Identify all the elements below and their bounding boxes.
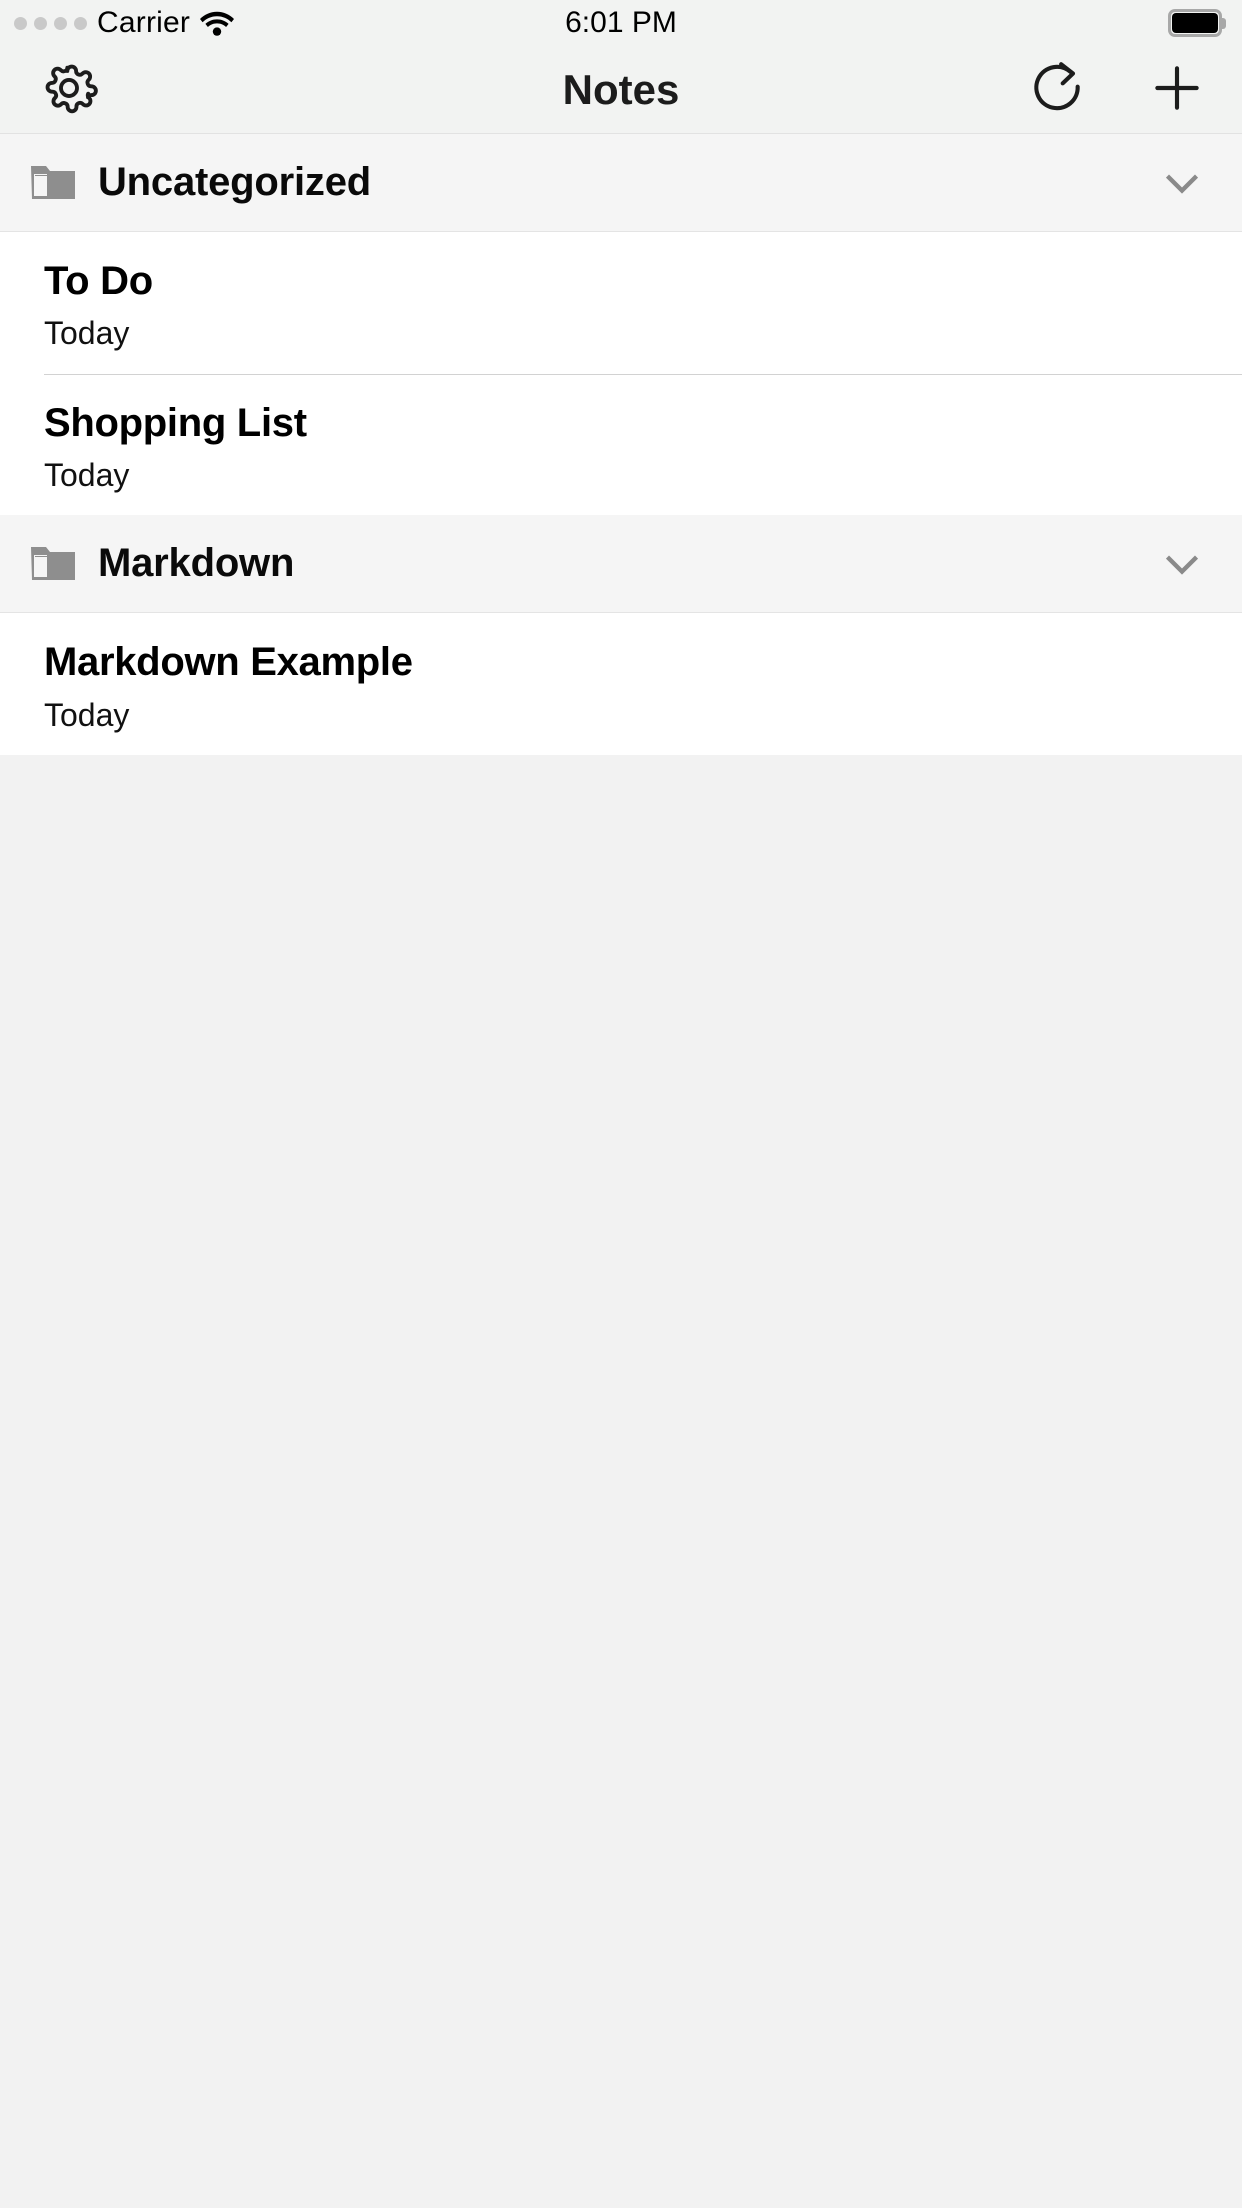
add-note-button[interactable] [1146,57,1208,122]
note-title: Shopping List [44,400,307,445]
note-row[interactable]: Markdown Example Today [0,613,1242,755]
folder-icon [30,545,76,583]
navigation-bar-right [1026,57,1208,122]
status-bar-right [1168,9,1226,37]
section-header-uncategorized[interactable]: Uncategorized [0,134,1242,232]
clock-label: 6:01 PM [565,6,677,39]
status-bar: Carrier 6:01 PM [0,0,1242,46]
note-title: To Do [44,259,153,303]
note-row[interactable]: Shopping List Today [0,373,1242,516]
chevron-down-icon[interactable] [1156,157,1208,209]
section-header-markdown[interactable]: Markdown [0,515,1242,614]
notes-list: Uncategorized To Do Today Shopping List … [0,134,1242,755]
note-date: Today [44,315,130,352]
empty-list-area [0,754,1242,2208]
navigation-bar: Notes [0,46,1242,134]
battery-icon [1168,9,1226,37]
chevron-down-icon[interactable] [1156,538,1208,590]
note-row[interactable]: To Do Today [0,232,1242,374]
refresh-button[interactable] [1026,57,1088,122]
notes-app-screen: Carrier 6:01 PM Notes Uncategorized To D… [0,0,1242,2208]
note-date: Today [44,456,130,493]
section-title: Uncategorized [98,160,372,204]
section-title: Markdown [98,541,295,586]
note-date: Today [44,696,130,733]
note-title: Markdown Example [44,640,413,685]
refresh-icon [1026,57,1088,122]
plus-icon [1146,57,1208,122]
folder-icon [30,164,76,202]
